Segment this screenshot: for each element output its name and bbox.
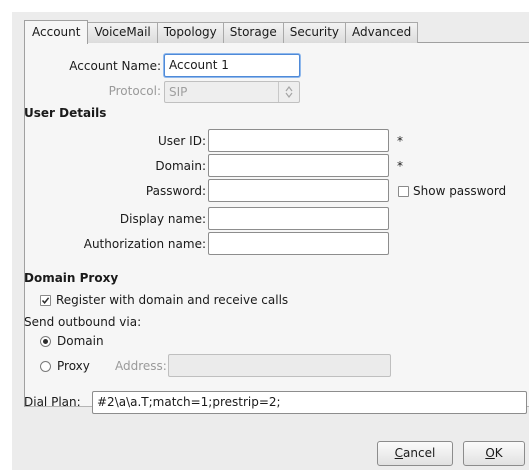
protocol-label: Protocol:: [108, 84, 161, 98]
send-outbound-label: Send outbound via:: [24, 315, 142, 329]
domain-radio[interactable]: [40, 336, 51, 347]
radio-selected-dot: [43, 339, 48, 344]
dial-plan-label: Dial Plan:: [24, 395, 81, 409]
tab-security[interactable]: Security: [283, 22, 346, 43]
tab-account[interactable]: Account: [24, 20, 89, 44]
checkmark-icon: [41, 297, 50, 304]
cancel-button-label: ancel: [403, 446, 436, 460]
show-password-label: Show password: [413, 184, 507, 198]
password-input[interactable]: [208, 179, 389, 202]
account-name-input[interactable]: Account 1: [164, 54, 300, 77]
proxy-address-input[interactable]: [168, 354, 391, 377]
register-checkbox-label: Register with domain and receive calls: [56, 293, 289, 307]
tab-bar: Account VoiceMail Topology Storage Secur…: [24, 20, 419, 44]
protocol-select[interactable]: SIP: [164, 81, 300, 103]
proxy-address-label: Address:: [115, 359, 167, 373]
password-label: Password:: [145, 184, 206, 198]
tab-voicemail[interactable]: VoiceMail: [88, 22, 158, 43]
domain-input[interactable]: [208, 154, 389, 177]
tab-storage[interactable]: Storage: [223, 22, 284, 43]
up-down-arrows-icon: [278, 82, 299, 102]
cancel-button[interactable]: Cancel: [377, 441, 453, 466]
authorization-name-label: Authorization name:: [83, 237, 206, 251]
protocol-select-value: SIP: [169, 85, 188, 99]
dial-plan-input[interactable]: #2\a\a.T;match=1;prestrip=2;: [92, 391, 527, 414]
ok-button-label: K: [494, 446, 503, 460]
display-name-input[interactable]: [208, 207, 389, 230]
proxy-radio[interactable]: [40, 361, 51, 372]
account-settings-window: Account VoiceMail Topology Storage Secur…: [0, 0, 529, 470]
domain-radio-label: Domain: [57, 334, 104, 348]
cancel-button-mnemonic: C: [394, 446, 404, 460]
tab-advanced[interactable]: Advanced: [346, 22, 419, 43]
user-details-heading: User Details: [24, 106, 107, 120]
user-id-required-marker: *: [397, 134, 403, 148]
authorization-name-input[interactable]: [208, 232, 389, 255]
proxy-radio-label: Proxy: [57, 359, 90, 373]
user-id-input[interactable]: [208, 129, 389, 152]
domain-label: Domain:: [155, 159, 206, 173]
register-checkbox[interactable]: [40, 295, 51, 306]
show-password-checkbox[interactable]: [398, 186, 409, 197]
domain-required-marker: *: [397, 159, 403, 173]
user-id-label: User ID:: [158, 134, 206, 148]
display-name-label: Display name:: [119, 212, 206, 226]
account-name-label: Account Name:: [69, 59, 161, 73]
tab-topology[interactable]: Topology: [157, 22, 224, 43]
ok-button[interactable]: OK: [463, 441, 525, 466]
ok-button-mnemonic: O: [485, 446, 495, 460]
domain-proxy-heading: Domain Proxy: [24, 271, 119, 285]
